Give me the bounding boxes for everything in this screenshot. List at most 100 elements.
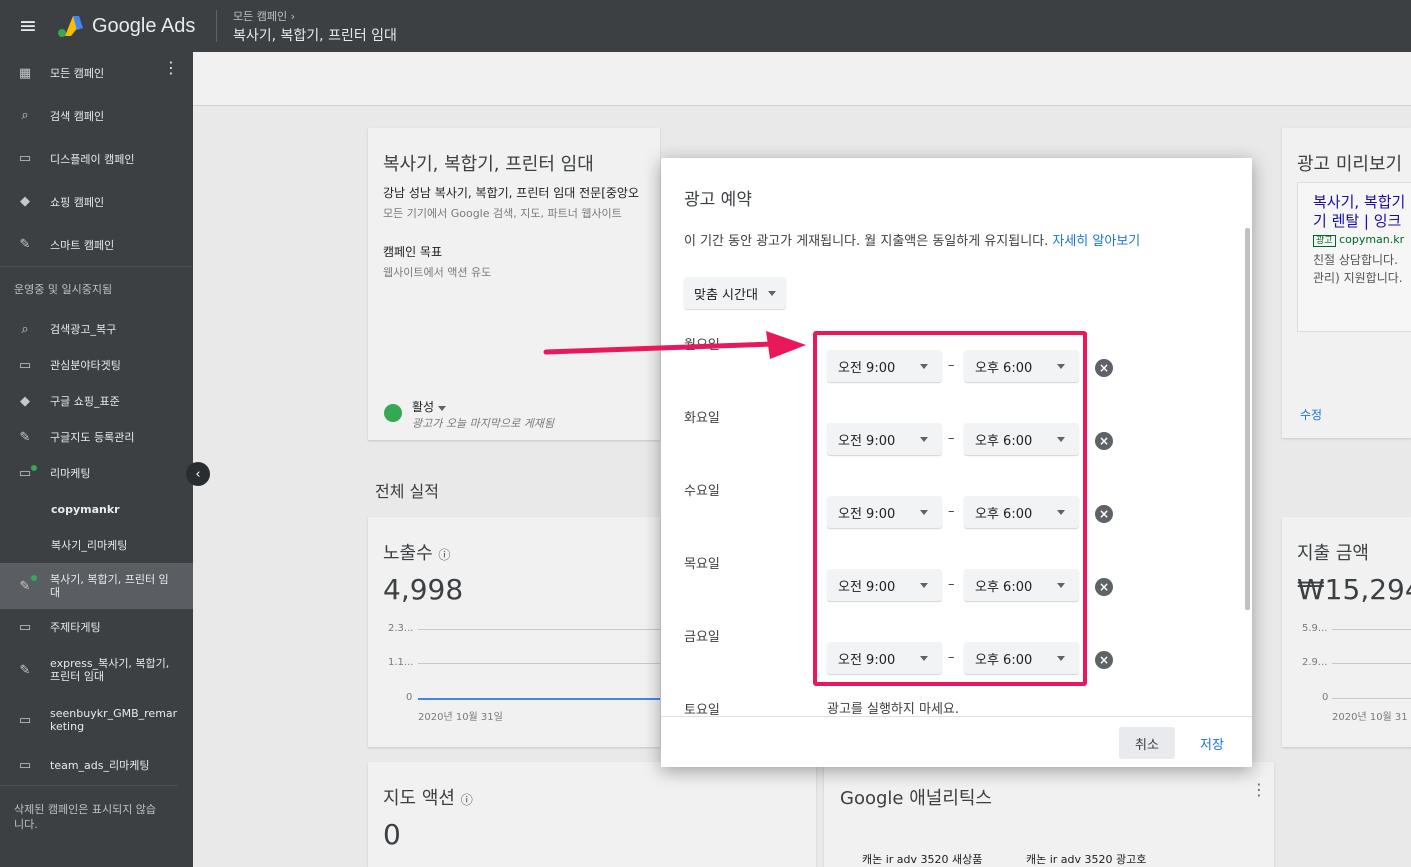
series-line bbox=[1332, 698, 1411, 699]
impressions-card: 노출수 ⓘ 4,998 2.3... 1.1... 0 2020년 10월 31… bbox=[368, 517, 660, 747]
sidebar-item-shopping[interactable]: ◆ 쇼핑 캠페인 bbox=[0, 180, 193, 223]
sidebar-campaign[interactable]: ▭ team_ads_리마케팅 bbox=[0, 745, 193, 785]
day-label-thu: 목요일 bbox=[684, 557, 720, 572]
sidebar-campaign-current[interactable]: ✎ 복사기, 복합기, 프린터 임대 bbox=[0, 563, 193, 609]
y-tick: 2.9... bbox=[1302, 657, 1328, 668]
campaign-title: 복사기, 복합기, 프린터 임대 bbox=[383, 154, 594, 175]
sidebar-campaign[interactable]: ▭ 주제타게팅 bbox=[0, 609, 193, 645]
ad-preview-box: 복사기, 복합기 기 렌탈 | 잉크 광고 copyman.kr 친절 상담합니… bbox=[1297, 182, 1411, 332]
sidebar-item-display[interactable]: ▭ 디스플레이 캠페인 bbox=[0, 137, 193, 180]
google-ads-logo-icon bbox=[58, 16, 83, 37]
status-note: 광고가 오늘 마지막으로 게재됨 bbox=[412, 417, 555, 430]
analytics-title: Google 애널리틱스 bbox=[840, 788, 992, 809]
saturday-no-run-text: 광고를 실행하지 마세요. bbox=[827, 702, 959, 717]
status-dot bbox=[384, 404, 402, 422]
remove-icon[interactable]: × bbox=[1095, 578, 1113, 596]
save-button[interactable]: 저장 bbox=[1189, 727, 1235, 759]
annotation-arrow-icon bbox=[543, 331, 806, 359]
search-icon: ⌕ bbox=[21, 321, 29, 337]
sidebar-item-label: 쇼핑 캠페인 bbox=[50, 195, 105, 209]
chevron-right-icon: › bbox=[290, 9, 296, 23]
y-tick: 2.3... bbox=[388, 623, 414, 634]
help-icon[interactable]: ⓘ bbox=[461, 793, 473, 807]
dialog-footer: 취소 저장 bbox=[661, 716, 1252, 767]
sidebar-campaign[interactable]: ◆ 구글 쇼핑_표준 bbox=[0, 383, 193, 419]
sidebar-item-label: 구글지도 등록관리 bbox=[50, 431, 135, 444]
sidebar-campaign[interactable]: ▭ 관심분야타겟팅 bbox=[0, 347, 193, 383]
top-app-bar: ≡ Google Ads 모든 캠페인 › 복사기, 복합기, 프린터 임대 bbox=[0, 0, 1411, 52]
spend-title: 지출 금액 bbox=[1297, 543, 1369, 564]
sidebar-item-label: 검색 캠페인 bbox=[50, 109, 105, 123]
dialog-description: 이 기간 동안 광고가 게재됩니다. 월 지출액은 동일하게 유지됩니다. 자세… bbox=[684, 234, 1141, 249]
wand-icon: ✎ bbox=[19, 662, 31, 678]
sidebar-item-label: 복사기, 복합기, 프린터 임대 bbox=[50, 573, 169, 599]
display-icon: ▭ bbox=[18, 151, 32, 166]
sidebar-item-search[interactable]: ⌕ 검색 캠페인 bbox=[0, 94, 193, 137]
spend-card: 지출 금액 ₩15,294 5.9... 2.9... 0 2020년 10월 … bbox=[1282, 517, 1411, 747]
tag-icon: ◆ bbox=[20, 194, 30, 209]
sidebar-footer-note: 삭제된 캠페인은 표시되지 않습니다. bbox=[0, 785, 178, 848]
remove-icon[interactable]: × bbox=[1095, 651, 1113, 669]
gridline bbox=[1332, 663, 1411, 664]
sidebar-campaign[interactable]: ✎ express_복사기, 복합기, 프린터 임대 bbox=[0, 645, 193, 695]
y-tick: 1.1... bbox=[388, 657, 414, 668]
performance-title: 전체 실적 bbox=[375, 482, 439, 501]
display-icon: ▭ bbox=[18, 757, 32, 773]
collapse-sidebar-icon[interactable]: ‹ bbox=[186, 462, 210, 486]
spend-value: ₩15,294 bbox=[1297, 573, 1411, 606]
dialog-scrollbar[interactable] bbox=[1245, 228, 1250, 610]
sidebar-campaign[interactable]: ▭ seenbuykr_GMB_remarketing bbox=[0, 695, 193, 745]
caret-down-icon bbox=[437, 406, 446, 411]
gridline bbox=[1332, 629, 1411, 630]
gridline bbox=[418, 629, 660, 630]
sidebar-item-label: 주제타게팅 bbox=[50, 621, 101, 634]
sidebar-item-label: 스마트 캠페인 bbox=[50, 238, 115, 252]
active-status-dot bbox=[31, 575, 37, 581]
sidebar-adgroup[interactable]: 복사기_리마케팅 bbox=[0, 527, 193, 563]
sidebar-item-label: 검색광고_복구 bbox=[50, 323, 117, 336]
help-icon[interactable]: ⓘ bbox=[438, 548, 450, 562]
more-vert-icon[interactable]: ⋮ bbox=[163, 60, 179, 76]
google-ads-logo[interactable]: Google Ads bbox=[56, 14, 216, 38]
y-tick: 5.9... bbox=[1302, 623, 1328, 634]
remove-icon[interactable]: × bbox=[1095, 359, 1113, 377]
status-dropdown[interactable]: 활성 bbox=[412, 398, 446, 415]
sidebar-item-label: 모든 캠페인 bbox=[50, 67, 105, 80]
sidebar-campaign[interactable]: ▭ 리마케팅 bbox=[0, 455, 193, 491]
schedule-preset-dropdown[interactable]: 맞춤 시간대 bbox=[684, 277, 786, 309]
sidebar-item-smart[interactable]: ✎ 스마트 캠페인 bbox=[0, 223, 193, 266]
display-icon: ▭ bbox=[18, 357, 32, 373]
preview-title: 광고 미리보기 bbox=[1297, 154, 1403, 175]
hamburger-menu-icon[interactable]: ≡ bbox=[0, 0, 56, 52]
y-tick: 0 bbox=[1322, 692, 1329, 703]
sidebar-item-label: 리마케팅 bbox=[50, 467, 91, 480]
analytics-col-2: 캐논 ir adv 3520 광고호 bbox=[1026, 853, 1147, 866]
search-icon: ⌕ bbox=[21, 108, 29, 123]
day-label-wed: 수요일 bbox=[684, 484, 720, 499]
annotation-highlight-box bbox=[813, 331, 1087, 686]
learn-more-link[interactable]: 자세히 알아보기 bbox=[1052, 234, 1140, 249]
remove-icon[interactable]: × bbox=[1095, 505, 1113, 523]
ad-headline-2[interactable]: 기 렌탈 | 잉크 bbox=[1313, 210, 1401, 231]
cancel-button[interactable]: 취소 bbox=[1119, 727, 1175, 759]
wand-icon: ✎ bbox=[19, 237, 31, 252]
breadcrumb-parent[interactable]: 모든 캠페인 › bbox=[233, 8, 397, 24]
remove-icon[interactable]: × bbox=[1095, 432, 1113, 450]
display-icon: ▭ bbox=[18, 619, 32, 635]
edit-link[interactable]: 수정 bbox=[1300, 406, 1322, 423]
sidebar-item-label: seenbuykr_GMB_remarketing bbox=[50, 707, 178, 733]
campaign-summary-card: 복사기, 복합기, 프린터 임대 강남 성남 복사기, 복합기, 프린터 임대 … bbox=[368, 128, 660, 440]
more-vert-icon[interactable]: ⋮ bbox=[1251, 780, 1267, 799]
sidebar-item-label: 관심분야타겟팅 bbox=[50, 359, 121, 372]
sidebar-campaign[interactable]: ✎ 구글지도 등록관리 bbox=[0, 419, 193, 455]
breadcrumb: 모든 캠페인 › 복사기, 복합기, 프린터 임대 bbox=[233, 8, 397, 45]
analytics-col-1: 캐논 ir adv 3520 새상품 bbox=[862, 853, 983, 866]
sidebar-item-all-campaigns[interactable]: ▦ 모든 캠페인 ⋮ bbox=[0, 52, 193, 94]
sidebar-item-label: express_복사기, 복합기, 프린터 임대 bbox=[50, 657, 170, 683]
brand-name: Google Ads bbox=[92, 14, 196, 37]
ad-headline[interactable]: 복사기, 복합기 bbox=[1313, 191, 1405, 212]
sidebar-adgroup[interactable]: copymankr bbox=[0, 491, 193, 527]
display-icon: ▭ bbox=[18, 712, 32, 728]
wand-icon: ✎ bbox=[19, 578, 31, 594]
sidebar-campaign[interactable]: ⌕ 검색광고_복구 bbox=[0, 311, 193, 347]
